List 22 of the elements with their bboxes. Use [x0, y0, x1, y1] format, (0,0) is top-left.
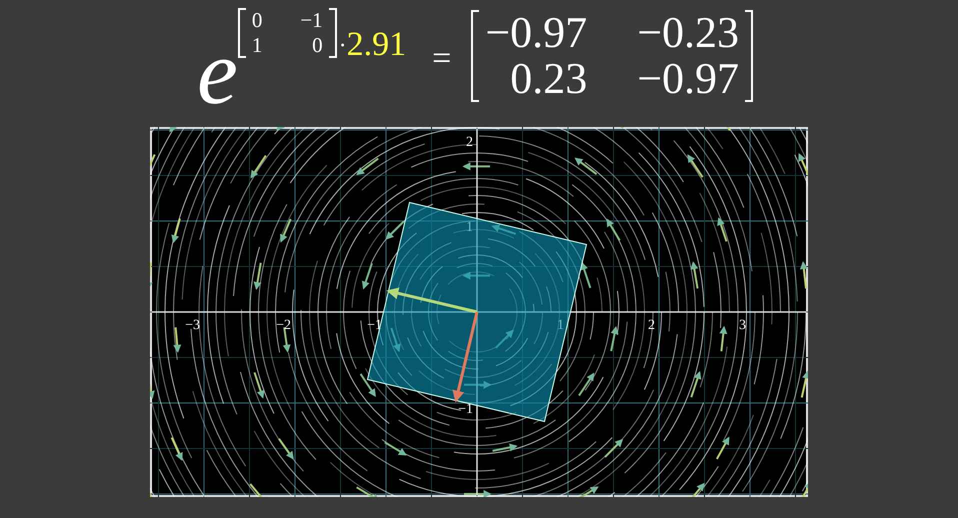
tick-label: −1	[458, 402, 473, 417]
tick-label: 1	[557, 318, 564, 333]
tick-label: −3	[185, 318, 200, 333]
matrix-entry: −0.97	[485, 10, 588, 56]
tick-label: −2	[276, 318, 291, 333]
matrix-entry: 0	[312, 33, 323, 58]
multiplication-dot: ·	[338, 34, 347, 58]
tick-label: 2	[648, 318, 655, 333]
tick-label: 3	[739, 318, 746, 333]
euler-e: e	[196, 26, 238, 118]
left-bracket	[238, 8, 246, 58]
matrix-entry: −1	[300, 8, 323, 33]
matrix-entry: −0.23	[637, 10, 740, 56]
matrix-entry: 1	[252, 33, 262, 58]
equals-sign: =	[432, 40, 452, 78]
matrix-entry: 0.23	[510, 56, 588, 102]
time-scalar: 2.91	[346, 28, 406, 62]
right-bracket	[328, 8, 337, 58]
matrix-entry: −0.97	[637, 56, 740, 102]
tick-label: 2	[466, 135, 473, 150]
matrix-entry: 0	[252, 8, 262, 33]
tick-label: 1	[466, 220, 473, 235]
